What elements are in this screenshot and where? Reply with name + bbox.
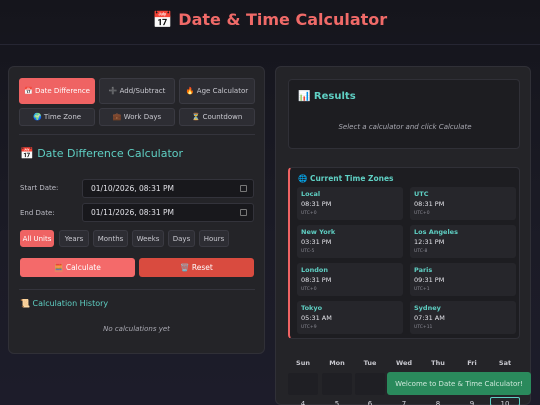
calculator-title: 📅 Date Difference Calculator (20, 147, 184, 160)
weekday-sun: Sun (296, 359, 310, 367)
tz-offset: UTC-5 (301, 249, 315, 254)
calendar-day[interactable]: 6 (355, 400, 385, 405)
tz-offset: UTC+1 (414, 287, 430, 292)
tz-name: Sydney (414, 304, 441, 312)
tz-offset: UTC+11 (414, 325, 433, 330)
tz-card-local: Local 08:31 PM UTC+0 (297, 187, 403, 220)
tz-offset: UTC+9 (301, 325, 317, 330)
weekday-wed: Wed (396, 359, 412, 367)
calendar-day[interactable]: 9 (457, 400, 487, 405)
tz-offset: UTC-8 (414, 249, 428, 254)
history-divider (19, 289, 255, 290)
calculate-button[interactable]: 🧮 Calculate (20, 258, 135, 277)
results-panel: 📊 Results Select a calculator and click … (275, 66, 531, 405)
weekday-thu: Thu (431, 359, 445, 367)
weekday-fri: Fri (467, 359, 477, 367)
reset-button[interactable]: 🗑️ Reset (139, 258, 254, 277)
time-zones-title: 🌐 Current Time Zones (298, 174, 394, 183)
tz-offset: UTC+0 (301, 211, 317, 216)
unit-days[interactable]: Days (168, 230, 195, 247)
calendar-today[interactable]: 10 (490, 400, 520, 405)
tab-time-zone[interactable]: 🌍 Time Zone (19, 108, 95, 126)
calendar-day-cell[interactable] (288, 373, 318, 395)
tab-work-days[interactable]: 💼 Work Days (99, 108, 175, 126)
tz-time: 03:31 PM (301, 238, 332, 246)
tz-time: 07:31 AM (414, 314, 445, 322)
calendar-day[interactable]: 8 (423, 400, 453, 405)
end-date-input[interactable]: 01/11/2026, 08:31 PM (82, 203, 254, 222)
calculator-panel: 📅 Date Difference ➕ Add/Subtract 🔥 Age C… (8, 66, 265, 354)
tz-card-sydney: Sydney 07:31 AM UTC+11 (410, 301, 516, 334)
calendar-day-cell[interactable] (322, 373, 352, 395)
calendar-day[interactable]: 5 (322, 400, 352, 405)
time-zones-box: 🌐 Current Time Zones Local 08:31 PM UTC+… (288, 167, 520, 339)
end-date-value: 01/11/2026, 08:31 PM (91, 208, 174, 217)
start-date-label: Start Date: (20, 184, 59, 192)
tz-time: 05:31 AM (301, 314, 332, 322)
unit-hours[interactable]: Hours (199, 230, 229, 247)
tab-age-calculator[interactable]: 🔥 Age Calculator (179, 78, 255, 104)
calendar-picker-icon[interactable] (240, 185, 247, 192)
tz-offset: UTC+0 (414, 211, 430, 216)
header-divider (0, 44, 540, 45)
weekday-mon: Mon (329, 359, 345, 367)
tz-card-new-york: New York 03:31 PM UTC-5 (297, 225, 403, 258)
tab-countdown[interactable]: ⏳ Countdown (179, 108, 255, 126)
start-date-input[interactable]: 01/10/2026, 08:31 PM (82, 179, 254, 198)
tz-card-los-angeles: Los Angeles 12:31 PM UTC-8 (410, 225, 516, 258)
weekday-tue: Tue (363, 359, 377, 367)
tz-card-utc: UTC 08:31 PM UTC+0 (410, 187, 516, 220)
calendar-day[interactable]: 7 (389, 400, 419, 405)
history-title: 📜 Calculation History (20, 299, 109, 308)
end-date-label: End Date: (20, 209, 55, 217)
app-title: 📅 Date & Time Calculator (152, 10, 388, 29)
tz-name: Tokyo (301, 304, 323, 312)
tz-card-london: London 08:31 PM UTC+0 (297, 263, 403, 296)
calendar-day[interactable]: 4 (288, 400, 318, 405)
tz-time: 08:31 PM (301, 276, 332, 284)
tabs-divider (19, 134, 255, 135)
tz-card-tokyo: Tokyo 05:31 AM UTC+9 (297, 301, 403, 334)
unit-all-units[interactable]: All Units (20, 230, 54, 247)
tz-name: New York (301, 228, 336, 236)
calendar-day-cell[interactable] (355, 373, 385, 395)
tz-name: Los Angeles (414, 228, 458, 236)
results-hint: Select a calculator and click Calculate (338, 123, 472, 131)
unit-years[interactable]: Years (59, 230, 89, 247)
results-box: 📊 Results Select a calculator and click … (288, 79, 520, 149)
tz-name: London (301, 266, 328, 274)
tz-time: 08:31 PM (301, 200, 332, 208)
history-empty-text: No calculations yet (103, 325, 170, 333)
tab-add-subtract[interactable]: ➕ Add/Subtract (99, 78, 175, 104)
tz-name: Paris (414, 266, 433, 274)
unit-months[interactable]: Months (93, 230, 128, 247)
tz-time: 09:31 PM (414, 276, 445, 284)
tz-offset: UTC+0 (301, 287, 317, 292)
unit-weeks[interactable]: Weeks (132, 230, 164, 247)
tz-time: 12:31 PM (414, 238, 445, 246)
tz-time: 08:31 PM (414, 200, 445, 208)
tz-name: Local (301, 190, 321, 198)
results-title: 📊 Results (298, 91, 356, 102)
tz-card-paris: Paris 09:31 PM UTC+1 (410, 263, 516, 296)
tz-name: UTC (414, 190, 429, 198)
tab-date-difference[interactable]: 📅 Date Difference (19, 78, 95, 104)
calendar-picker-icon[interactable] (240, 209, 247, 216)
welcome-toast[interactable]: Welcome to Date & Time Calculator! (387, 372, 531, 395)
start-date-value: 01/10/2026, 08:31 PM (91, 184, 174, 193)
weekday-sat: Sat (498, 359, 512, 367)
